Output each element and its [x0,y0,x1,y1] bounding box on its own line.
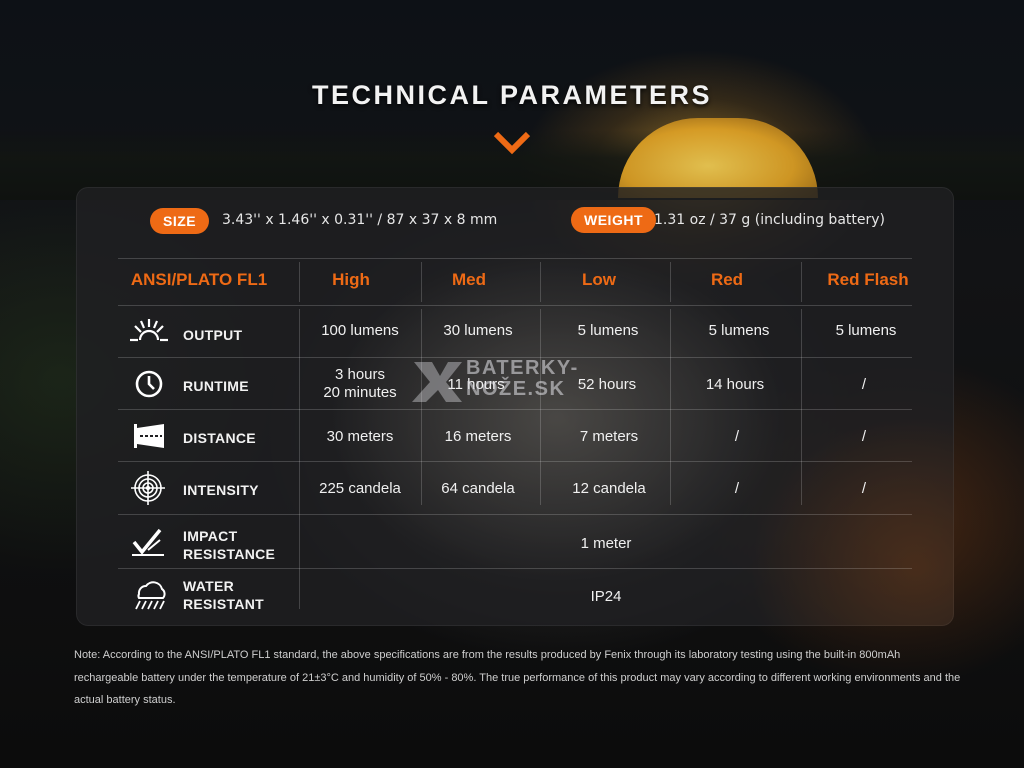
header-low: Low [582,270,616,289]
table-cell: 5 lumens [708,322,770,339]
table-cell: 7 meters [579,428,639,445]
runtime-high-line2: 20 minutes [323,384,397,401]
header-high: High [332,270,370,289]
table-cell: 14 hours [705,376,765,393]
watermark-text: BATERKY- NOŽE.SK [466,358,579,400]
table-rule [118,305,912,306]
row-label-impact: IMPACT RESISTANCE [183,527,275,563]
watermark-line1: BATERKY- [466,357,579,379]
table-cell-water: IP24 [590,588,622,605]
size-badge: SIZE [150,208,210,234]
target-icon [131,471,165,505]
row-label-output: OUTPUT [183,327,243,343]
page-title: TECHNICAL PARAMETERS [311,80,712,110]
table-rule [118,568,912,569]
table-cell: 16 meters [444,428,512,445]
header-red: Red [710,270,744,289]
table-cell: / [861,480,867,497]
row-label-water: WATER RESISTANT [183,577,264,613]
table-cell: 5 lumens [577,322,639,339]
table-cell: / [734,480,740,497]
clock-icon [135,370,163,398]
row-label-intensity: INTENSITY [183,482,259,498]
table-rule [118,461,912,462]
footnote: Note: According to the ANSI/PLATO FL1 st… [74,649,961,706]
table-rule [118,409,912,410]
header-red-flash: Red Flash [827,270,909,289]
header-med: Med [452,270,486,289]
row-label-water-line2: RESISTANT [183,596,264,612]
table-cell: 225 candela [319,480,401,497]
chevron-down-icon [493,131,531,155]
table-cell: 5 lumens [835,322,897,339]
table-cell: 30 meters [326,428,394,445]
row-label-runtime: RUNTIME [183,378,249,394]
distance-icon [134,424,164,448]
table-cell: 12 candela [572,480,646,497]
table-cell-runtime-high: 3 hours 20 minutes [300,366,420,402]
table-cell: 100 lumens [321,322,399,339]
watermark-logo-icon [412,362,462,402]
table-cell-impact: 1 meter [580,535,632,552]
table-cell: / [861,428,867,445]
table-cell: / [734,428,740,445]
runtime-high-line1: 3 hours [334,366,386,383]
weight-badge: WEIGHT [571,207,656,233]
table-cell: 64 candela [441,480,515,497]
size-value: 3.43'' x 1.46'' x 0.31'' / 87 x 37 x 8 m… [222,212,498,228]
watermark-line2: NOŽE.SK [466,378,566,400]
row-label-distance: DISTANCE [183,430,256,446]
rain-cloud-icon [135,581,166,610]
table-cell: 30 lumens [443,322,513,339]
row-label-impact-line2: RESISTANCE [183,546,276,562]
weight-value: 1.31 oz / 37 g (including battery) [654,212,885,228]
column-divider [299,309,300,609]
output-burst-icon [130,319,168,342]
table-cell: / [861,376,867,393]
header-standard: ANSI/PLATO FL1 [130,270,268,289]
row-label-impact-line1: IMPACT [183,528,238,544]
impact-icon [132,528,164,556]
row-label-water-line1: WATER [183,578,235,594]
table-rule [118,514,912,515]
